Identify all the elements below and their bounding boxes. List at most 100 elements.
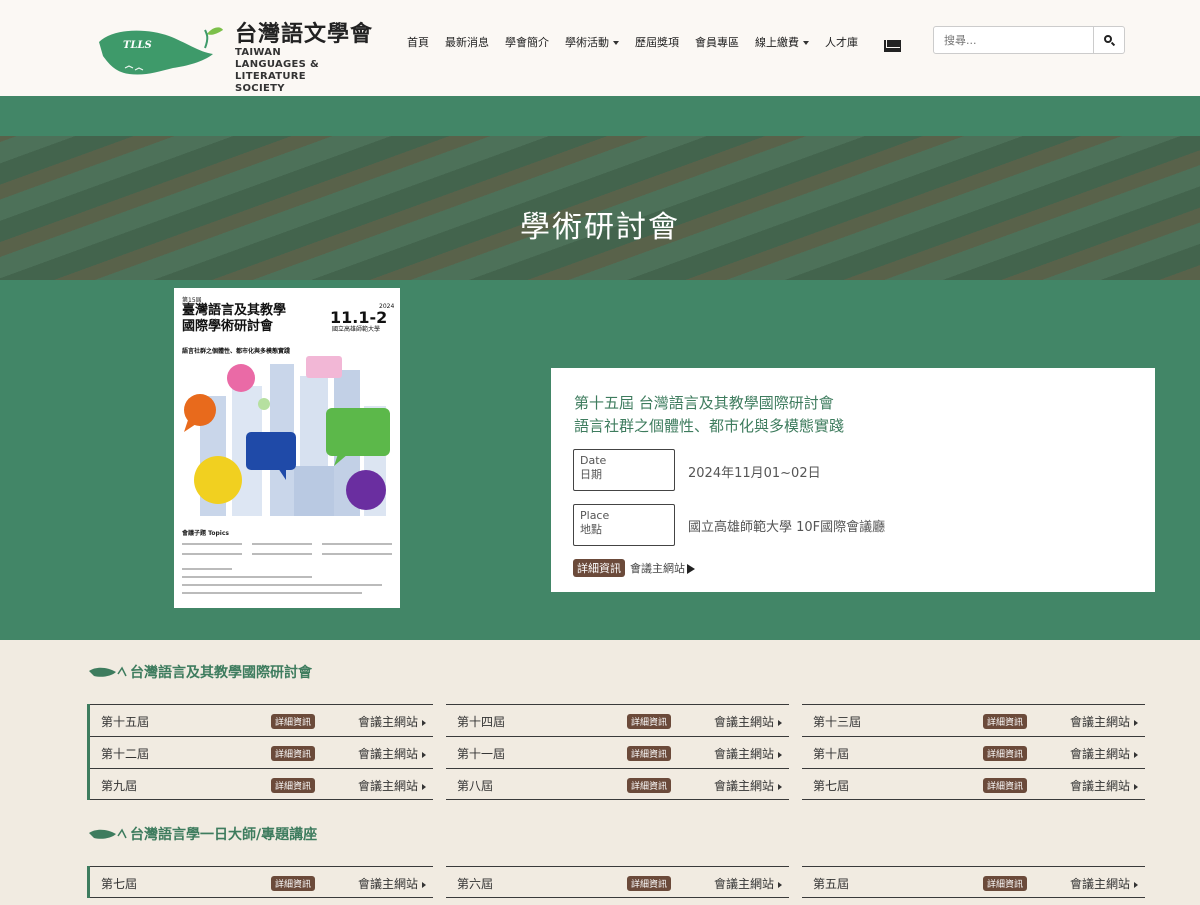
arrow-right-icon [422,881,427,888]
arrow-right-icon [778,751,783,758]
site-link[interactable]: 會議主網站 [714,745,783,762]
featured-title[interactable]: 第十五屆 台灣語言及其教學國際研討會 [574,392,834,413]
site-link[interactable]: 會議主網站 [1070,713,1139,730]
site-header: TLLS 台灣語文學會 TAIWAN LANGUAGES & LITERATUR… [0,0,1200,96]
edition-name: 第八屆 [457,779,494,793]
edition-name: 第十屆 [813,747,850,761]
edition-name: 第五屆 [813,877,850,891]
site-link[interactable]: 會議主網站 [358,745,427,762]
poster-text-line [182,592,362,594]
play-arrow-icon [687,564,695,574]
detail-button[interactable]: 詳細資訊 [983,714,1028,729]
place-label-box: Place 地點 [573,504,675,546]
edition-name: 第十三屆 [813,715,862,729]
hero-banner: 學術研討會 [0,136,1200,280]
site-link-label: 會議主網站 [358,715,419,729]
site-link-label: 會議主網站 [358,779,419,793]
detail-button[interactable]: 詳細資訊 [627,714,672,729]
site-link-label: 會議主網站 [714,715,775,729]
detail-button[interactable]: 詳細資訊 [271,746,316,761]
search-input[interactable] [933,26,1094,54]
brand-en-line: SOCIETY [235,83,285,94]
nav-label: 線上繳費 [755,36,799,49]
edition-cell: 第十一屆 詳細資訊 會議主網站 [446,736,789,768]
nav-talent[interactable]: 人才庫 [817,34,866,50]
detail-button[interactable]: 詳細資訊 [573,559,625,577]
featured-card: 第十五屆 台灣語言及其教學國際研討會 語言社群之個體性、都市化與多模態實踐 Da… [551,368,1155,592]
grid-row: 第十二屆 詳細資訊 會議主網站 第十一屆 詳細資訊 會議主網站 第十屆 詳細資訊 會議主網站 [90,736,1153,768]
detail-button[interactable]: 詳細資訊 [627,746,672,761]
taiwan-leaf-icon [89,666,127,677]
edition-cell: 第十五屆 詳細資訊 會議主網站 [90,704,433,736]
detail-button[interactable]: 詳細資訊 [271,778,316,793]
poster-text-line [322,553,392,555]
nav-about[interactable]: 學會簡介 [497,34,557,50]
main-nav: 首頁 最新消息 學會簡介 學術活動 歷屆獎項 會員專區 線上繳費 人才庫 [399,34,866,50]
section-title-text: 台灣語言及其教學國際研討會 [130,665,312,681]
nav-members[interactable]: 會員專區 [687,34,747,50]
site-link[interactable]: 會議主網站 [714,875,783,892]
detail-button[interactable]: 詳細資訊 [271,876,316,891]
site-link-label: 會議主網站 [1070,747,1131,761]
poster-topics: 會議子題 Topics [182,530,229,537]
site-link[interactable]: 會議主網站 [714,713,783,730]
search-button[interactable] [1094,26,1125,54]
edition-cell: 第六屆 詳細資訊 會議主網站 [446,866,789,898]
edition-name: 第十四屆 [457,715,506,729]
place-label-en: Place [580,509,610,522]
arrow-right-icon [1134,751,1139,758]
grid-row: 第九屆 詳細資訊 會議主網站 第八屆 詳細資訊 會議主網站 第七屆 詳細資訊 會議主網站 [90,768,1153,800]
detail-button[interactable]: 詳細資訊 [627,876,672,891]
conference-poster[interactable]: 第15屆 臺灣語言及其教學 國際學術研討會 2024 11.1-2 國立高雄師範… [174,288,400,608]
nav-label: 人才庫 [825,36,858,49]
edition-name: 第六屆 [457,877,494,891]
arrow-right-icon [422,783,427,790]
site-link[interactable]: 會議主網站 [1070,875,1139,892]
nav-home[interactable]: 首頁 [399,34,437,50]
nav-academic[interactable]: 學術活動 [557,34,627,50]
poster-text-line [182,553,242,555]
site-link-label: 會議主網站 [358,877,419,891]
detail-button[interactable]: 詳細資訊 [627,778,672,793]
brand-en-line: TAIWAN [235,47,281,58]
site-link[interactable]: 會議主網站 [630,562,695,575]
edition-cell: 第八屆 詳細資訊 會議主網站 [446,768,789,800]
place-label-zh: 地點 [580,523,602,536]
page-title: 學術研討會 [520,210,680,245]
nav-news[interactable]: 最新消息 [437,34,497,50]
poster-text-line [182,576,312,578]
detail-button[interactable]: 詳細資訊 [983,876,1028,891]
poster-title-line: 臺灣語言及其教學 [182,303,287,318]
site-link[interactable]: 會議主網站 [1070,745,1139,762]
arrow-right-icon [422,719,427,726]
grid-row: 第七屆 詳細資訊 會議主網站 第六屆 詳細資訊 會議主網站 第五屆 詳細資訊 會議主網站 [90,866,1153,898]
poster-date: 11.1-2 [330,308,388,327]
site-link[interactable]: 會議主網站 [358,777,427,794]
poster-text-line [322,543,392,545]
site-link-label: 會議主網站 [714,779,775,793]
arrow-right-icon [778,881,783,888]
arrow-right-icon [1134,719,1139,726]
site-link[interactable]: 會議主網站 [358,713,427,730]
site-logo[interactable]: TLLS 台灣語文學會 TAIWAN LANGUAGES & LITERATUR… [95,16,385,94]
site-link[interactable]: 會議主網站 [1070,777,1139,794]
site-link-label: 會議主網站 [714,877,775,891]
poster-illustration [184,356,390,516]
site-link[interactable]: 會議主網站 [358,875,427,892]
edition-name: 第十一屆 [457,747,506,761]
detail-button[interactable]: 詳細資訊 [983,778,1028,793]
poster-subtitle: 語言社群之個體性、都市化與多模態實踐 [182,348,291,355]
site-link[interactable]: 會議主網站 [714,777,783,794]
edition-cell: 第七屆 詳細資訊 會議主網站 [802,768,1145,800]
section-title-conference: 台灣語言及其教學國際研討會 [88,662,312,682]
poster-text-line [182,584,382,586]
date-label-en: Date [580,454,607,467]
detail-button[interactable]: 詳細資訊 [271,714,316,729]
search-icon-handle [1110,41,1116,47]
envelope-icon[interactable] [884,40,901,52]
nav-payment[interactable]: 線上繳費 [747,34,817,50]
edition-name: 第七屆 [101,877,138,891]
nav-awards[interactable]: 歷屆獎項 [627,34,687,50]
detail-button[interactable]: 詳細資訊 [983,746,1028,761]
nav-label: 學術活動 [565,36,609,49]
